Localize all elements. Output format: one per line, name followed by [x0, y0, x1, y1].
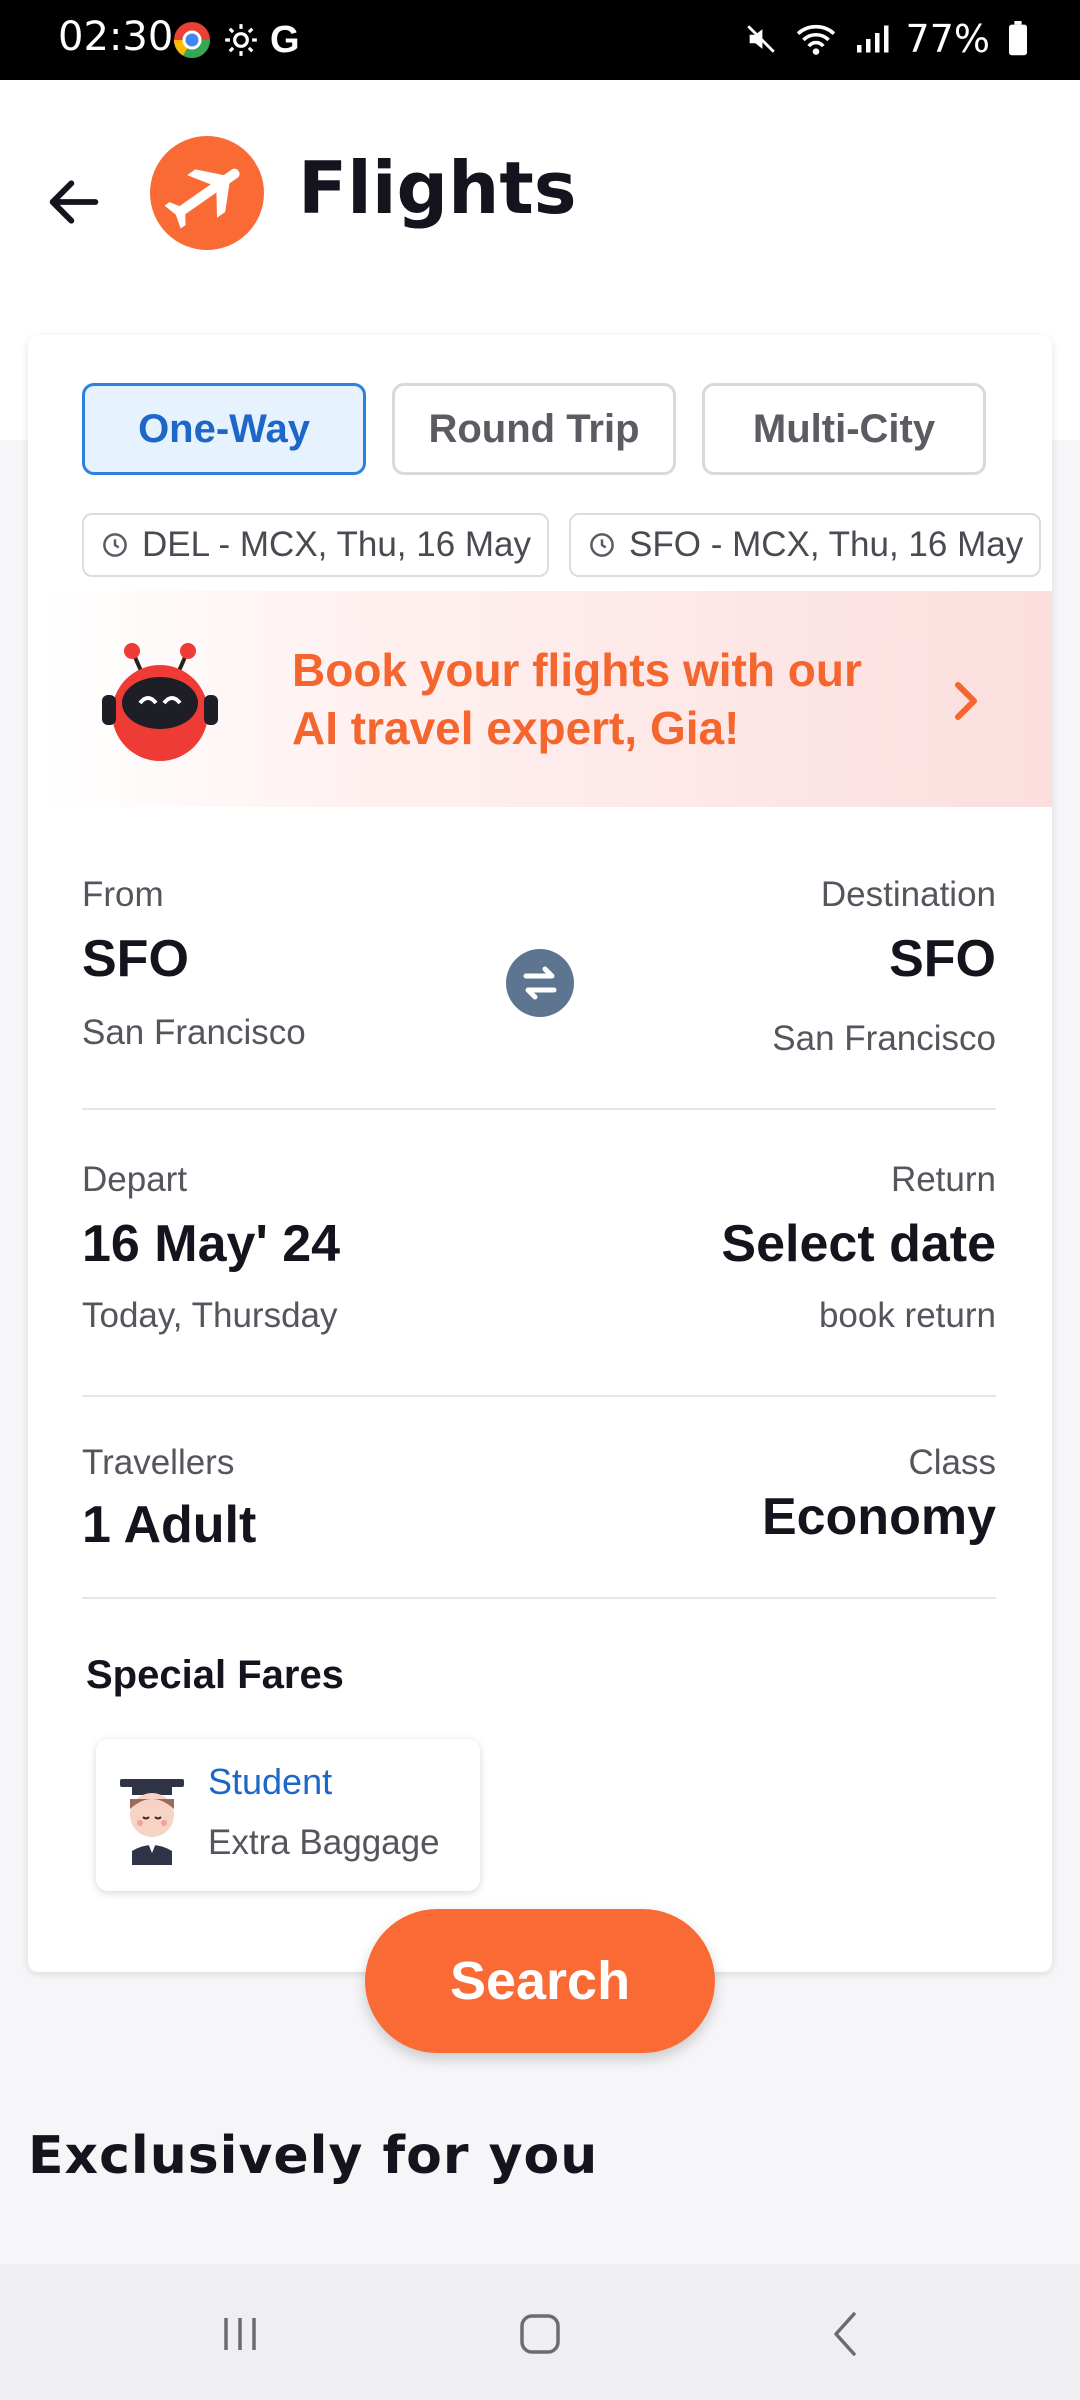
destination-code: SFO	[889, 930, 996, 988]
google-icon: G	[270, 18, 300, 61]
fare-name: Student	[208, 1761, 333, 1802]
class-field[interactable]: Class Economy	[546, 1443, 996, 1573]
from-label: From	[82, 875, 164, 914]
chevron-right-icon	[955, 682, 977, 720]
book-return-link: book return	[818, 1296, 996, 1335]
travellers-label: Travellers	[82, 1443, 235, 1482]
travellers-field[interactable]: Travellers 1 Adult	[82, 1443, 532, 1573]
student-avatar-icon	[120, 1779, 184, 1865]
settings-gear-icon	[225, 24, 257, 56]
system-back-icon[interactable]	[816, 2304, 876, 2364]
battery-percent: 77%	[905, 17, 990, 61]
status-time: 02:30	[58, 14, 174, 60]
destination-city: San Francisco	[772, 1019, 996, 1058]
system-nav-bar	[0, 2264, 1080, 2400]
exclusive-section-title: Exclusively for you	[28, 2126, 599, 2186]
depart-date: 16 May' 24	[82, 1215, 341, 1273]
destination-field[interactable]: Destination SFO San Francisco	[596, 875, 996, 1058]
robot-assistant-icon	[102, 643, 218, 761]
flights-logo	[150, 136, 264, 250]
back-arrow-icon[interactable]	[42, 170, 106, 234]
return-date: Select date	[721, 1215, 996, 1273]
depart-field[interactable]: Depart 16 May' 24 Today, Thursday	[82, 1160, 532, 1335]
class-label: Class	[908, 1443, 996, 1482]
airplane-icon	[164, 168, 240, 229]
depart-label: Depart	[82, 1160, 188, 1199]
trip-type-tabs: One-Way Round Trip Multi-City	[82, 383, 986, 475]
divider	[82, 1395, 996, 1397]
tab-multi-city[interactable]: Multi-City	[702, 383, 986, 475]
recent-apps-icon[interactable]	[210, 2304, 270, 2364]
return-field[interactable]: Return Select date book return	[546, 1160, 996, 1335]
recent-search-chip[interactable]: DEL - MCX, Thu, 16 May	[82, 513, 550, 577]
swap-arrows-icon	[523, 966, 557, 1000]
banner-text: Book your flights with our AI travel exp…	[292, 641, 932, 757]
divider	[82, 1108, 996, 1110]
return-label: Return	[890, 1160, 996, 1199]
tab-one-way[interactable]: One-Way	[82, 383, 366, 475]
travellers-value: 1 Adult	[82, 1496, 257, 1554]
home-icon[interactable]	[510, 2304, 570, 2364]
from-city: San Francisco	[82, 1013, 306, 1052]
recent-searches: DEL - MCX, Thu, 16 May SFO - MCX, Thu, 1…	[82, 513, 1042, 577]
depart-day: Today, Thursday	[82, 1296, 338, 1335]
mute-icon	[746, 25, 775, 53]
from-field[interactable]: From SFO San Francisco	[82, 875, 482, 1052]
recent-search-chip[interactable]: SFO - MCX, Thu, 16 May	[569, 513, 1042, 577]
destination-label: Destination	[820, 875, 996, 914]
status-bar: 02:30 G 77%	[0, 0, 1080, 80]
swap-route-button[interactable]	[506, 949, 574, 1017]
page-title: Flights	[298, 146, 577, 230]
banner-line-1: Book your flights with our	[292, 644, 862, 696]
banner-line-2: AI travel expert, Gia!	[292, 702, 740, 754]
search-button[interactable]: Search	[365, 1909, 715, 2053]
fare-description: Extra Baggage	[208, 1823, 440, 1862]
travellers-row: Travellers 1 Adult Class Economy	[82, 1443, 996, 1573]
flight-search-card: One-Way Round Trip Multi-City DEL - MCX,…	[28, 335, 1052, 1972]
chrome-like-icon	[174, 22, 210, 59]
from-code: SFO	[82, 930, 189, 988]
tab-round-trip[interactable]: Round Trip	[392, 383, 676, 475]
history-icon	[590, 533, 614, 557]
class-value: Economy	[761, 1488, 996, 1546]
history-icon	[103, 533, 127, 557]
status-system-icons: 77%	[744, 14, 1030, 64]
divider	[82, 1597, 996, 1599]
wifi-icon	[796, 24, 835, 55]
battery-icon	[1009, 21, 1027, 56]
signal-icon	[856, 25, 889, 53]
recent-search-label: DEL - MCX, Thu, 16 May	[142, 525, 532, 564]
status-notification-icons: G	[172, 18, 300, 62]
special-fares-title: Special Fares	[86, 1653, 344, 1697]
recent-search-label: SFO - MCX, Thu, 16 May	[629, 525, 1024, 564]
ai-assistant-banner[interactable]: Book your flights with our AI travel exp…	[42, 591, 1052, 807]
dates-row: Depart 16 May' 24 Today, Thursday Return…	[82, 1160, 996, 1335]
special-fare-student[interactable]: Student Extra Baggage	[96, 1739, 480, 1891]
